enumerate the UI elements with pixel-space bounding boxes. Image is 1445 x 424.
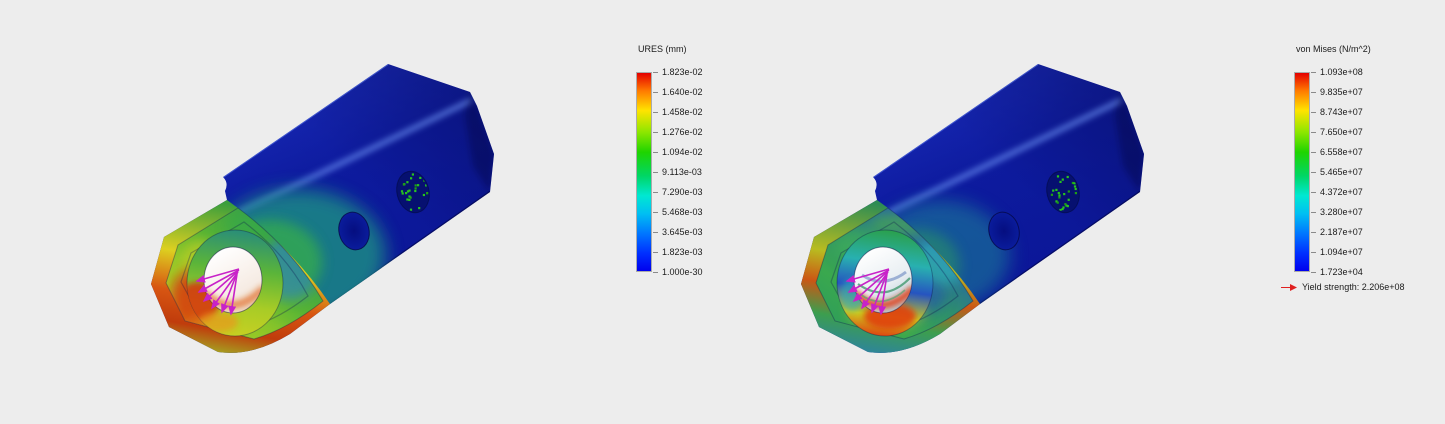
legend-entry: 6.558e+07	[1311, 147, 1363, 157]
legend-entry: 1.094e-02	[653, 147, 703, 157]
model-3d-stress[interactable]	[790, 50, 1230, 380]
model-3d-displacement[interactable]	[140, 50, 580, 380]
legend-entry: 3.645e-03	[653, 227, 703, 237]
legend-value: 2.187e+07	[1320, 227, 1363, 237]
legend-entry: 7.650e+07	[1311, 127, 1363, 137]
yield-arrow-icon	[1281, 283, 1298, 292]
legend-entry: 9.835e+07	[1311, 87, 1363, 97]
viewport-stress[interactable]: von Mises (N/m^2) 1.093e+08 9.835e+07 8.…	[722, 0, 1445, 424]
legend-value: 1.823e-03	[662, 247, 703, 257]
yield-strength-indicator: Yield strength: 2.206e+08	[1281, 282, 1405, 292]
tick-mark	[1311, 232, 1316, 233]
tick-mark	[1311, 152, 1316, 153]
tick-mark	[653, 252, 658, 253]
legend-entry: 4.372e+07	[1311, 187, 1363, 197]
legend-value: 1.276e-02	[662, 127, 703, 137]
legend-value: 1.094e-02	[662, 147, 703, 157]
legend-value: 1.000e-30	[662, 267, 703, 277]
legend-value: 7.650e+07	[1320, 127, 1363, 137]
legend-entry: 1.000e-30	[653, 267, 703, 277]
legend-value: 1.640e-02	[662, 87, 703, 97]
legend-entry: 1.458e-02	[653, 107, 703, 117]
tick-mark	[653, 132, 658, 133]
legend-value: 9.113e-03	[662, 167, 702, 177]
tick-mark	[1311, 212, 1316, 213]
displacement-colorbar	[636, 72, 652, 272]
tick-mark	[653, 112, 658, 113]
tick-mark	[1311, 92, 1316, 93]
legend-value: 1.823e-02	[662, 67, 703, 77]
legend-entry: 5.468e-03	[653, 207, 703, 217]
legend-value: 3.645e-03	[662, 227, 703, 237]
legend-value: 7.290e-03	[662, 187, 703, 197]
hitch-model[interactable]	[151, 64, 494, 353]
legend-value: 4.372e+07	[1320, 187, 1363, 197]
legend-stress[interactable]: von Mises (N/m^2) 1.093e+08 9.835e+07 8.…	[1294, 44, 1404, 272]
legend-entry: 9.113e-03	[653, 167, 702, 177]
tick-mark	[653, 192, 658, 193]
legend-entry: 3.280e+07	[1311, 207, 1363, 217]
legend-labels: 1.823e-02 1.640e-02 1.458e-02 1.276e-02 …	[653, 72, 723, 272]
legend-labels: 1.093e+08 9.835e+07 8.743e+07 7.650e+07 …	[1311, 72, 1381, 272]
legend-value: 5.465e+07	[1320, 167, 1363, 177]
legend-entry: 1.640e-02	[653, 87, 703, 97]
legend-value: 1.723e+04	[1320, 267, 1363, 277]
tick-mark	[653, 272, 658, 273]
tick-mark	[653, 232, 658, 233]
legend-entry: 1.723e+04	[1311, 267, 1363, 277]
stress-colorbar	[1294, 72, 1310, 272]
legend-entry: 1.094e+07	[1311, 247, 1363, 257]
tick-mark	[1311, 272, 1316, 273]
tick-mark	[1311, 252, 1316, 253]
tick-mark	[653, 72, 658, 73]
tick-mark	[653, 92, 658, 93]
legend-value: 1.094e+07	[1320, 247, 1363, 257]
legend-value: 8.743e+07	[1320, 107, 1363, 117]
legend-entry: 1.093e+08	[1311, 67, 1363, 77]
tick-mark	[1311, 192, 1316, 193]
legend-entry: 8.743e+07	[1311, 107, 1363, 117]
legend-value: 1.093e+08	[1320, 67, 1363, 77]
simulation-results-canvas: URES (mm) 1.823e-02 1.640e-02 1.458e-02 …	[0, 0, 1445, 424]
legend-entry: 1.276e-02	[653, 127, 703, 137]
legend-entry: 5.465e+07	[1311, 167, 1363, 177]
legend-value: 3.280e+07	[1320, 207, 1363, 217]
legend-value: 6.558e+07	[1320, 147, 1363, 157]
legend-entry: 1.823e-03	[653, 247, 703, 257]
legend-title: von Mises (N/m^2)	[1296, 44, 1404, 54]
tick-mark	[1311, 112, 1316, 113]
legend-entry: 1.823e-02	[653, 67, 703, 77]
tick-mark	[653, 212, 658, 213]
legend-value: 9.835e+07	[1320, 87, 1363, 97]
tick-mark	[653, 172, 658, 173]
tick-mark	[653, 152, 658, 153]
tick-mark	[1311, 132, 1316, 133]
tick-mark	[1311, 72, 1316, 73]
legend-value: 5.468e-03	[662, 207, 703, 217]
legend-entry: 2.187e+07	[1311, 227, 1363, 237]
hitch-model[interactable]	[801, 64, 1144, 353]
tick-mark	[1311, 172, 1316, 173]
legend-value: 1.458e-02	[662, 107, 703, 117]
viewport-displacement[interactable]: URES (mm) 1.823e-02 1.640e-02 1.458e-02 …	[0, 0, 722, 424]
legend-entry: 7.290e-03	[653, 187, 703, 197]
yield-strength-label: Yield strength: 2.206e+08	[1302, 282, 1405, 292]
